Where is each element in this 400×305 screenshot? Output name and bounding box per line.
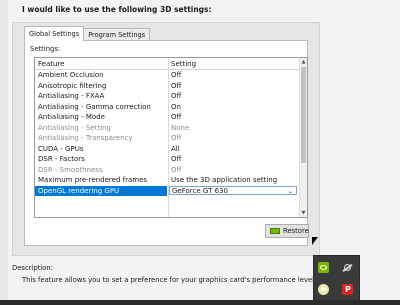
restore-button[interactable]: Restore [265,224,309,238]
feature-cell: OpenGL rendering GPU [35,185,167,196]
taskbar [0,300,400,305]
feature-cell: Antialiasing - Setting [38,123,111,132]
setting-cell: Off [171,134,182,142]
setting-cell: Off [171,81,182,90]
chat-icon[interactable] [318,284,329,295]
tab-strip: Global Settings Program Settings [24,26,151,41]
feature-cell: CUDA - GPUs [38,144,84,153]
column-header-setting[interactable]: Setting [171,60,196,68]
setting-cell: Off [171,92,182,100]
feature-cell: Maximum pre-rendered frames [38,176,148,184]
feature-cell: DSR - Factors [38,155,85,163]
setting-cell: Off [171,165,182,174]
feature-cell: Antialiasing - Gamma correction [38,102,151,111]
table-row[interactable]: Maximum pre-rendered frames Use the 3D ap… [35,175,300,186]
system-tray-popup [313,255,360,302]
setting-cell: Off [171,155,182,163]
table-row[interactable]: Ambient Occlusion Off [35,70,300,81]
table-row[interactable]: Antialiasing - Mode Off [35,112,300,123]
table-row[interactable]: DSR - Smoothness Off [35,165,300,176]
feature-cell: Antialiasing - Transparency [38,134,133,142]
table-row[interactable]: DSR - Factors Off [35,154,300,165]
table-row[interactable]: Antialiasing - Transparency Off [35,133,300,144]
chevron-down-icon[interactable]: ⌄ [288,187,293,196]
network-icon[interactable] [342,262,353,273]
tab-global-settings[interactable]: Global Settings [24,26,85,41]
section-title: I would like to use the following 3D set… [22,5,212,14]
feature-cell: Anisotropic filtering [38,81,107,90]
setting-dropdown-value: GeForce GT 630 [172,186,228,195]
table-row[interactable]: CUDA - GPUs All [35,144,300,155]
settings-label: Settings: [30,45,61,53]
scrollbar-thumb[interactable] [301,67,306,163]
grid-scrollbar[interactable]: ▲ ▼ [299,58,307,217]
setting-cell: Off [171,71,182,79]
window-left-edge [0,0,8,300]
settings-grid: Feature Setting Ambient Occlusion Off Ani… [34,57,308,218]
nvidia-icon[interactable] [318,262,329,273]
table-row[interactable]: Anisotropic filtering Off [35,81,300,92]
nvidia-logo-icon [270,228,280,234]
scroll-down-icon[interactable]: ▼ [300,209,307,217]
setting-cell: All [171,144,180,153]
setting-cell: Off [171,113,182,121]
restore-button-label: Restore [283,227,309,235]
feature-cell: DSR - Smoothness [38,165,103,174]
scroll-up-icon[interactable]: ▲ [300,58,307,66]
mouse-cursor-icon [312,237,318,245]
table-row[interactable]: Antialiasing - Gamma correction On [35,102,300,113]
feature-cell: Antialiasing - FXAA [38,92,105,100]
setting-cell: None [171,123,190,132]
feature-cell: Antialiasing - Mode [38,113,105,121]
table-row[interactable]: Antialiasing - Setting None [35,123,300,134]
column-header-feature[interactable]: Feature [38,60,64,68]
description-text: This feature allows you to set a prefere… [22,276,318,284]
table-row-selected[interactable]: OpenGL rendering GPU GeForce GT 630 ⌄ [35,185,300,196]
table-row[interactable]: Antialiasing - FXAA Off [35,91,300,102]
feature-cell: Ambient Occlusion [38,71,104,79]
setting-cell: On [171,102,181,111]
setting-dropdown[interactable]: GeForce GT 630 ⌄ [169,185,297,196]
grid-rows: Ambient Occlusion Off Anisotropic filteri… [35,70,300,196]
description-label: Description: [12,264,54,272]
setting-cell: Use the 3D application setting [171,176,278,184]
app-red-icon[interactable] [342,284,353,295]
